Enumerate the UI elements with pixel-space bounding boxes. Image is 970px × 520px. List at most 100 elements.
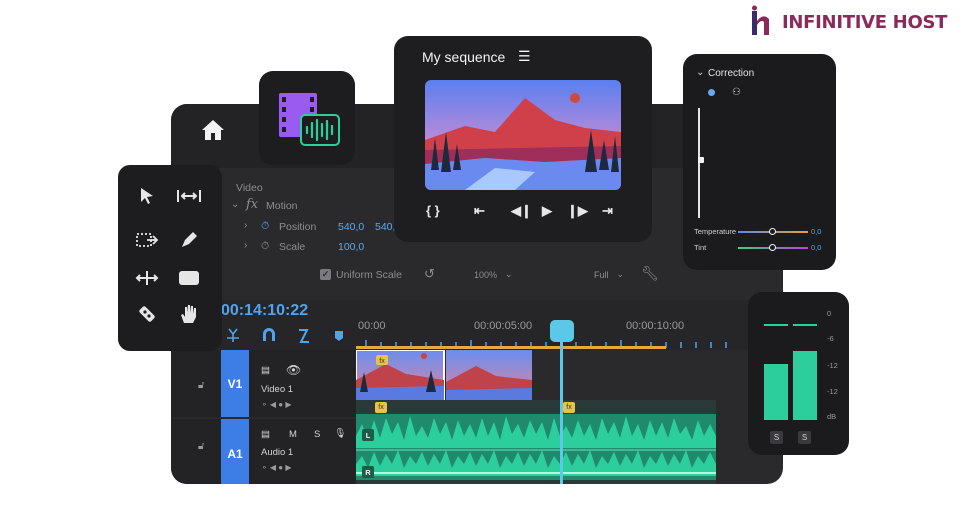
timeline-tool-icons — [227, 328, 343, 343]
mute-button[interactable]: M — [289, 429, 297, 440]
video-clip[interactable]: fx — [356, 350, 536, 400]
lock-icon[interactable]: 🔓︎ — [198, 380, 204, 391]
go-to-in-icon[interactable]: ⇤ — [474, 203, 485, 219]
correction-panel: ⌄ Correction ⚇ Temperature 0,0 Tint 0,0 — [683, 54, 836, 270]
position-x-value[interactable]: 540,0 — [338, 221, 364, 233]
timecode[interactable]: 00:14:10:22 — [221, 302, 308, 320]
channel-left-badge: L — [362, 429, 374, 441]
selection-tool-icon[interactable] — [132, 181, 162, 211]
chevron-down-icon[interactable]: ⌄ — [696, 67, 704, 78]
slip-tool-icon[interactable] — [132, 263, 162, 293]
ripple-edit-tool-icon[interactable] — [132, 225, 162, 255]
zoom-select[interactable]: 100% ⌄ — [474, 269, 513, 280]
temperature-knob[interactable] — [769, 228, 776, 235]
play-icon[interactable]: ▶ — [542, 203, 552, 219]
tint-value[interactable]: 0,0 — [811, 243, 821, 252]
pen-tool-icon[interactable] — [174, 225, 204, 255]
video-audio-icon — [279, 93, 340, 146]
razor-tool-icon[interactable] — [132, 299, 162, 329]
track-label-v1[interactable]: V1 — [221, 350, 249, 417]
chevron-right-icon[interactable]: › — [244, 220, 247, 231]
db-mark: -12 — [827, 361, 838, 370]
microphone-icon[interactable]: 🎙︎ — [334, 428, 346, 439]
uniform-scale-label: Uniform Scale — [336, 269, 402, 281]
scale-value[interactable]: 100,0 — [338, 241, 364, 253]
peak-marker — [764, 324, 788, 326]
temperature-value[interactable]: 0,0 — [811, 227, 821, 236]
go-to-out-icon[interactable]: ⇥ — [602, 203, 613, 219]
uniform-scale-checkbox[interactable]: ✓ — [320, 269, 331, 280]
magnet-icon[interactable] — [263, 328, 275, 341]
playhead-handle[interactable] — [550, 320, 574, 342]
keyframe-nav[interactable]: ⚬ ◀ ● ▶ — [261, 400, 292, 409]
resolution-select[interactable]: Full ⌄ — [594, 269, 624, 280]
hand-tool-icon[interactable] — [174, 299, 204, 329]
chevron-down-icon: ⌄ — [616, 269, 625, 279]
sequence-title: My sequence — [422, 49, 506, 65]
hamburger-icon[interactable]: ☰ — [518, 48, 531, 65]
scale-label: Scale — [279, 241, 306, 253]
film-icon[interactable]: ▤ — [261, 429, 270, 440]
audio-track-header: 🔓︎ A1 ▤ M S 🎙︎ Audio 1 ⚬ ◀ ● ▶ — [171, 419, 356, 484]
solo-right-button[interactable]: S — [798, 431, 811, 444]
slider-handle[interactable] — [698, 157, 704, 163]
motion-label: Motion — [266, 200, 298, 212]
resolution-value: Full — [594, 269, 609, 280]
level-bar-left — [764, 364, 788, 420]
marker-icon[interactable] — [335, 331, 343, 341]
solo-button[interactable]: S — [314, 429, 320, 440]
ruler-mark: 00:00 — [358, 320, 386, 332]
brand-mark-icon — [752, 5, 769, 35]
level-bar-right — [793, 351, 817, 420]
lock-icon[interactable]: 🔓︎ — [198, 441, 204, 452]
fx-badge[interactable]: fx — [375, 402, 387, 413]
chevron-down-icon[interactable]: ⌄ — [231, 199, 239, 210]
tint-knob[interactable] — [769, 244, 776, 251]
fx-icon: fx — [246, 197, 259, 212]
ruler-mark: 00:00:10:00 — [626, 320, 685, 332]
audio-meter: 0 -6 -12 -12 dB S S — [748, 292, 849, 455]
rgb-icon[interactable]: ⚇ — [732, 87, 741, 98]
solo-left-button[interactable]: S — [770, 431, 783, 444]
color-wheel-icon[interactable] — [708, 89, 715, 96]
step-back-icon[interactable]: ◀❙ — [511, 203, 532, 219]
preview-image[interactable] — [425, 80, 621, 190]
ripple-edit-icon[interactable] — [227, 328, 239, 342]
step-forward-icon[interactable]: ❙▶ — [567, 203, 588, 219]
chevron-down-icon: ⌄ — [505, 269, 513, 279]
linked-selection-icon[interactable] — [299, 329, 309, 343]
position-label: Position — [279, 221, 317, 233]
eye-icon[interactable]: 👁︎ — [286, 363, 301, 377]
playhead-line[interactable] — [560, 340, 563, 484]
temperature-label: Temperature — [694, 227, 737, 236]
reset-icon[interactable]: ↺ — [424, 266, 435, 282]
svg-text:fx: fx — [379, 358, 385, 365]
chevron-right-icon[interactable]: › — [244, 240, 247, 251]
mark-in-out-icon[interactable]: { } — [426, 203, 440, 218]
keyframe-nav[interactable]: ⚬ ◀ ● ▶ — [261, 463, 292, 472]
zoom-value: 100% — [474, 269, 498, 280]
track-select-tool-icon[interactable] — [174, 181, 204, 211]
audio-clip[interactable] — [356, 400, 716, 484]
sequence-monitor: My sequence ☰ { } ⇤ ◀❙ ▶ ❙▶ ⇥ — [394, 36, 652, 242]
db-unit: dB — [827, 412, 837, 421]
track-label-a1[interactable]: A1 — [221, 419, 249, 484]
wrench-icon[interactable]: 🔧︎ — [641, 265, 659, 282]
ruler-mark: 00:00:05:00 — [474, 320, 533, 332]
home-icon — [202, 120, 224, 140]
brand-name: INFINITIVE HOST — [782, 11, 948, 33]
film-icon[interactable]: ▤ — [261, 365, 270, 376]
track-name: Video 1 — [261, 384, 294, 395]
db-mark: -6 — [827, 334, 834, 343]
correction-title: Correction — [708, 68, 755, 79]
stopwatch-icon[interactable]: ⏱ — [261, 240, 269, 253]
rectangle-tool-icon[interactable] — [174, 263, 204, 293]
tools-panel — [118, 165, 222, 351]
position-y-value[interactable]: 540, — [375, 221, 395, 233]
tint-label: Tint — [694, 243, 707, 252]
vertical-slider[interactable] — [698, 108, 700, 218]
home-button[interactable] — [197, 114, 229, 146]
fx-badge[interactable]: fx — [563, 402, 575, 413]
stopwatch-icon[interactable]: ⏱ — [261, 220, 269, 233]
channel-right-badge: R — [362, 466, 374, 478]
